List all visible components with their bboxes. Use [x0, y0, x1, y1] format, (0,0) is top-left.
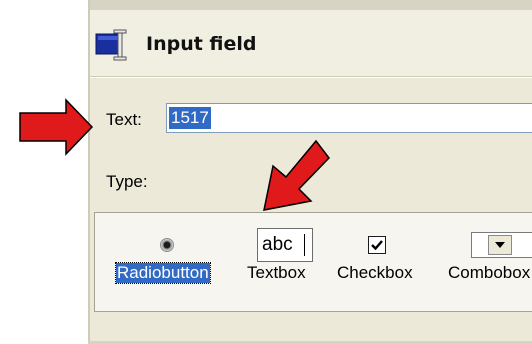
annotation-arrow-down-left-icon	[263, 139, 330, 211]
screenshot-canvas: Input field Text: 1517 Type: abc Radiobu…	[0, 0, 532, 344]
annotation-layer	[19, 98, 330, 211]
annotation-arrow-right-icon	[19, 98, 94, 156]
